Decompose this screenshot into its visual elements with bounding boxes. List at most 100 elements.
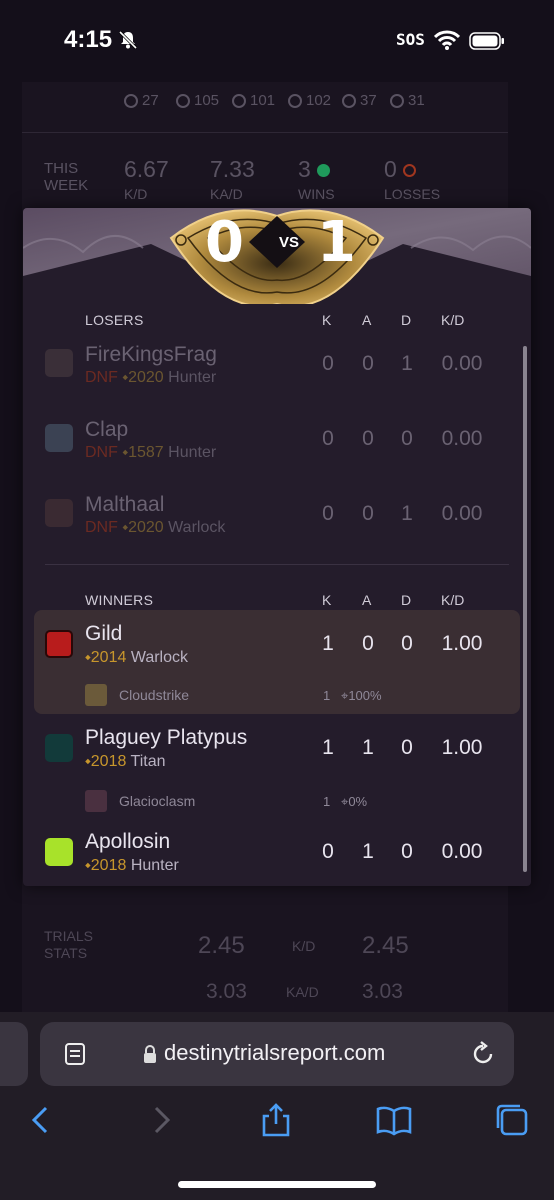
player-name: FireKingsFrag xyxy=(85,343,217,366)
player-row-malthaal[interactable]: Malthaal DNF ⬩2020 Warlock 0 0 1 0.00 xyxy=(23,488,531,558)
player-row-apollosin[interactable]: Apollosin ⬩2018 Hunter 0 1 0 0.00 xyxy=(23,820,531,886)
mobility-icon xyxy=(176,93,190,108)
power-level: ⬩2018 xyxy=(85,857,127,874)
trials-stats-label: TRIALS STATS xyxy=(44,928,94,961)
col-k: K xyxy=(322,312,332,328)
player-meta: ⬩2018 Titan xyxy=(85,753,166,771)
trials-stats: TRIALS STATS 2.45 K/D 2.45 3.03 KA/D 3.03 xyxy=(22,902,508,1012)
player-meta: DNF ⬩2020 Warlock xyxy=(85,519,225,537)
stat-triumph: 27 xyxy=(124,92,159,109)
section-divider xyxy=(45,564,509,565)
kd-ratio: 1.00 xyxy=(441,736,483,759)
player-name: Plaguey Platypus xyxy=(85,726,248,749)
stat-strength: 31 xyxy=(390,92,425,109)
trials-kd-left: 2.45 xyxy=(198,932,245,959)
deaths: 0 xyxy=(401,427,413,450)
status-bar: 4:15 SOS xyxy=(0,0,554,82)
player-class: Warlock xyxy=(168,519,226,536)
weapon-name: Glacioclasm xyxy=(119,793,196,809)
match-details-modal: 0 VS 1 LOSERS K A D K/D FireKingsFrag DN… xyxy=(23,208,531,886)
assists: 0 xyxy=(362,502,374,525)
wifi-icon xyxy=(434,30,460,50)
strength-icon xyxy=(390,93,404,108)
win-dot-icon xyxy=(316,164,330,177)
week-kd-label: K/D xyxy=(124,186,148,202)
reader-icon[interactable] xyxy=(64,1042,86,1066)
deaths: 0 xyxy=(401,632,413,655)
player-row-clap[interactable]: Clap DNF ⬩1587 Hunter 0 0 0 0.00 xyxy=(23,413,531,483)
losers-label: LOSERS xyxy=(85,312,144,328)
power-level: ⬩1587 xyxy=(122,444,164,461)
col-kd: K/D xyxy=(441,592,465,608)
kd-ratio: 0.00 xyxy=(441,427,483,450)
tabs-icon[interactable] xyxy=(494,1102,530,1138)
trials-kad-left: 3.03 xyxy=(206,980,247,1003)
url-text[interactable]: destinytrialsreport.com xyxy=(164,1040,385,1066)
player-meta: DNF ⬩1587 Hunter xyxy=(85,444,216,462)
power-level: ⬩2020 xyxy=(122,519,164,536)
bell-off-icon xyxy=(118,30,138,50)
kd-ratio: 1.00 xyxy=(441,632,483,655)
trials-kd-label: K/D xyxy=(292,938,316,954)
weapon-kills: 1 xyxy=(323,688,331,703)
kd-ratio: 0.00 xyxy=(441,352,483,375)
col-kd: K/D xyxy=(441,312,465,328)
kd-ratio: 0.00 xyxy=(441,840,483,863)
player-emblem-icon xyxy=(45,499,73,527)
player-name: Clap xyxy=(85,418,129,441)
home-indicator[interactable] xyxy=(178,1181,376,1188)
player-row-plaguey-platypus[interactable]: Plaguey Platypus ⬩2018 Titan 1 1 0 1.00 … xyxy=(23,716,531,816)
assists: 0 xyxy=(362,427,374,450)
player-row-gild[interactable]: Gild ⬩2014 Warlock 1 0 0 1.00 Cloudstrik… xyxy=(23,612,531,712)
back-icon[interactable] xyxy=(24,1102,60,1138)
player-class: Hunter xyxy=(130,857,179,874)
stats-row: 27 105 101 102 37 31 xyxy=(22,82,508,122)
loss-dot-icon xyxy=(402,164,416,177)
player-class: Hunter xyxy=(168,369,217,386)
discipline-icon xyxy=(342,93,356,108)
reload-icon[interactable] xyxy=(470,1040,496,1068)
kills: 1 xyxy=(322,736,334,759)
stat-resilience: 101 xyxy=(232,92,275,109)
battery-icon xyxy=(469,32,504,50)
weapon-icon xyxy=(85,790,107,812)
player-row-firekingsfrag[interactable]: FireKingsFrag DNF ⬩2020 Hunter 0 0 1 0.0… xyxy=(23,338,531,408)
col-a: A xyxy=(362,312,372,328)
assists: 0 xyxy=(362,352,374,375)
weapon-accuracy: ⌖100% xyxy=(341,688,382,703)
stat-recovery: 102 xyxy=(288,92,331,109)
kills: 0 xyxy=(322,502,334,525)
stat-mobility: 105 xyxy=(176,92,219,109)
week-wins-label: WINS xyxy=(298,186,335,202)
player-name: Malthaal xyxy=(85,493,165,516)
week-losses-value: 0 xyxy=(384,156,416,183)
player-emblem-icon xyxy=(45,349,73,377)
power-level: ⬩2020 xyxy=(122,369,164,386)
week-kad-value: 7.33 xyxy=(210,156,255,182)
scrollbar[interactable] xyxy=(523,346,527,872)
player-meta: ⬩2014 Warlock xyxy=(85,649,188,667)
sos-indicator: SOS xyxy=(396,30,425,49)
assists: 1 xyxy=(362,840,374,863)
this-week-stats: THIS WEEK 6.67 K/D 7.33 KA/D 3 WINS 0 LOS… xyxy=(22,156,508,216)
player-emblem-icon xyxy=(45,734,73,762)
loser-score: 0 xyxy=(205,210,244,275)
player-class: Warlock xyxy=(130,649,188,666)
deaths: 1 xyxy=(401,352,413,375)
weapon-accuracy: ⌖0% xyxy=(341,794,368,809)
trials-kad-label: KA/D xyxy=(286,984,319,1000)
player-name: Gild xyxy=(85,622,123,645)
kills: 0 xyxy=(322,352,334,375)
weapon-name: Cloudstrike xyxy=(119,687,190,703)
player-name: Apollosin xyxy=(85,830,171,853)
kills: 0 xyxy=(322,840,334,863)
lock-icon xyxy=(144,1045,156,1063)
forward-icon[interactable] xyxy=(144,1102,180,1138)
previous-tab-peek[interactable] xyxy=(0,1022,28,1086)
share-icon[interactable] xyxy=(258,1102,294,1138)
player-emblem-icon xyxy=(45,424,73,452)
bookmarks-icon[interactable] xyxy=(376,1102,412,1138)
trials-kad-right: 3.03 xyxy=(362,980,403,1003)
col-d: D xyxy=(401,592,412,608)
this-week-label: THIS WEEK xyxy=(44,160,89,194)
